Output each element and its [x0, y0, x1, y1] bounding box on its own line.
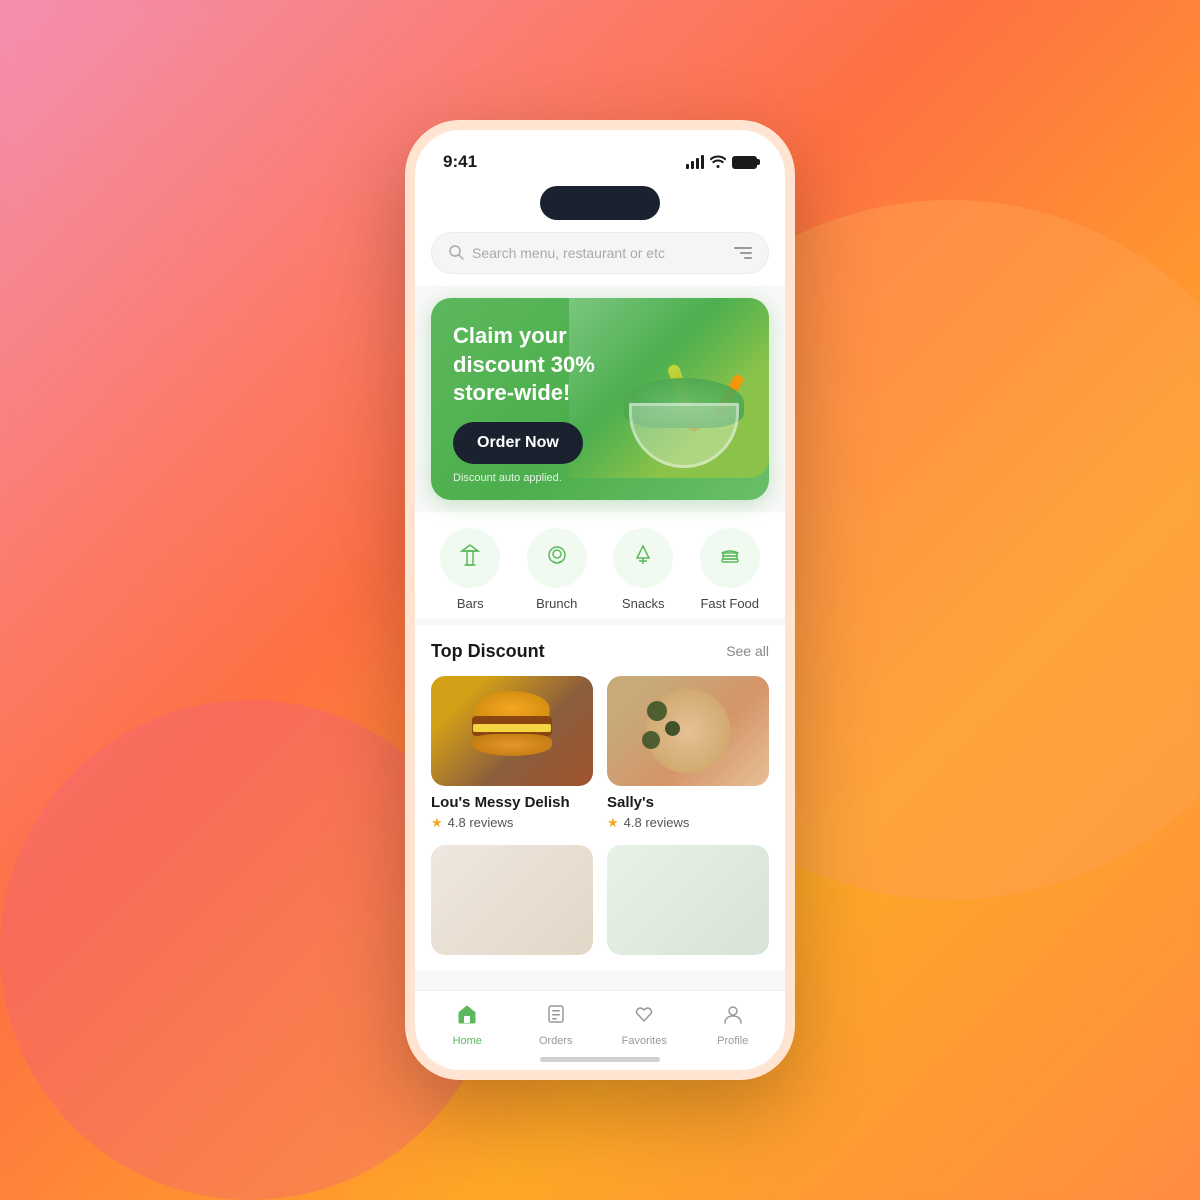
- brunch-icon-wrap: [527, 528, 587, 588]
- profile-nav-label: Profile: [717, 1035, 748, 1047]
- restaurant-card-placeholder-1: [431, 845, 593, 963]
- restaurant-card-placeholder-2: [607, 845, 769, 963]
- signal-bars-icon: [686, 155, 704, 169]
- fast-food-icon-wrap: [700, 528, 760, 588]
- bars-label: Bars: [457, 596, 484, 611]
- filter-icon[interactable]: [732, 243, 752, 263]
- bars-icon: [456, 541, 484, 575]
- categories-section: Bars Brunch: [415, 512, 785, 619]
- category-brunch[interactable]: Brunch: [527, 528, 587, 611]
- category-bars[interactable]: Bars: [440, 528, 500, 611]
- snacks-label: Snacks: [622, 596, 665, 611]
- home-indicator: [540, 1057, 660, 1062]
- promo-banner: Claim your discount 30% store-wide! Orde…: [431, 298, 769, 500]
- lous-restaurant-image: [431, 676, 593, 786]
- lous-star-icon: ★: [431, 815, 443, 831]
- favorites-nav-label: Favorites: [622, 1035, 667, 1047]
- sallys-name: Sally's: [607, 794, 769, 811]
- orders-nav-label: Orders: [539, 1035, 573, 1047]
- category-fast-food[interactable]: Fast Food: [700, 528, 760, 611]
- placeholder-img-1: [431, 845, 593, 955]
- brunch-label: Brunch: [536, 596, 577, 611]
- lous-rating-text: 4.8 reviews: [448, 815, 514, 830]
- promo-footnote: Discount auto applied.: [453, 472, 747, 484]
- dynamic-island: [540, 186, 660, 220]
- fast-food-icon: [716, 541, 744, 575]
- section-title: Top Discount: [431, 641, 545, 662]
- restaurants-grid: Lou's Messy Delish ★ 4.8 reviews: [431, 676, 769, 831]
- bars-icon-wrap: [440, 528, 500, 588]
- favorites-nav-icon: [633, 1003, 655, 1031]
- wifi-icon: [710, 154, 726, 171]
- order-now-button[interactable]: Order Now: [453, 422, 583, 464]
- search-bar[interactable]: Search menu, restaurant or etc: [431, 232, 769, 274]
- categories-grid: Bars Brunch: [431, 528, 769, 611]
- search-bar-container: Search menu, restaurant or etc: [415, 220, 785, 286]
- sallys-rating-text: 4.8 reviews: [624, 815, 690, 830]
- salad-bowl-decoration: [619, 358, 749, 468]
- home-nav-label: Home: [453, 1035, 482, 1047]
- nav-home[interactable]: Home: [423, 1003, 512, 1047]
- lous-name: Lou's Messy Delish: [431, 794, 593, 811]
- restaurant-card-sallys[interactable]: Sally's ★ 4.8 reviews: [607, 676, 769, 831]
- profile-nav-icon: [722, 1003, 744, 1031]
- restaurant-card-lous[interactable]: Lou's Messy Delish ★ 4.8 reviews: [431, 676, 593, 831]
- search-placeholder-text: Search menu, restaurant or etc: [472, 245, 724, 261]
- placeholder-img-2: [607, 845, 769, 955]
- sallys-restaurant-image: [607, 676, 769, 786]
- brunch-icon: [543, 541, 571, 575]
- snacks-icon: [629, 541, 657, 575]
- status-time: 9:41: [443, 152, 477, 172]
- lous-rating: ★ 4.8 reviews: [431, 815, 593, 831]
- top-discount-section: Top Discount See all Lou's Messy Delish: [415, 625, 785, 971]
- fast-food-label: Fast Food: [700, 596, 759, 611]
- app-content: Search menu, restaurant or etc Claim you…: [415, 220, 785, 1070]
- battery-icon: [732, 156, 757, 169]
- see-all-link[interactable]: See all: [726, 643, 769, 659]
- home-nav-icon: [456, 1003, 478, 1031]
- nav-favorites[interactable]: Favorites: [600, 1003, 689, 1047]
- status-bar: 9:41: [415, 130, 785, 180]
- snacks-icon-wrap: [613, 528, 673, 588]
- nav-orders[interactable]: Orders: [512, 1003, 601, 1047]
- search-icon: [448, 244, 464, 263]
- phone-frame: 9:41: [405, 120, 795, 1080]
- nav-profile[interactable]: Profile: [689, 1003, 778, 1047]
- promo-title: Claim your discount 30% store-wide!: [453, 322, 613, 408]
- restaurants-grid-second-row: [431, 845, 769, 963]
- category-snacks[interactable]: Snacks: [613, 528, 673, 611]
- sallys-star-icon: ★: [607, 815, 619, 831]
- status-icons: [686, 154, 757, 171]
- section-header: Top Discount See all: [431, 641, 769, 662]
- sallys-rating: ★ 4.8 reviews: [607, 815, 769, 831]
- orders-nav-icon: [545, 1003, 567, 1031]
